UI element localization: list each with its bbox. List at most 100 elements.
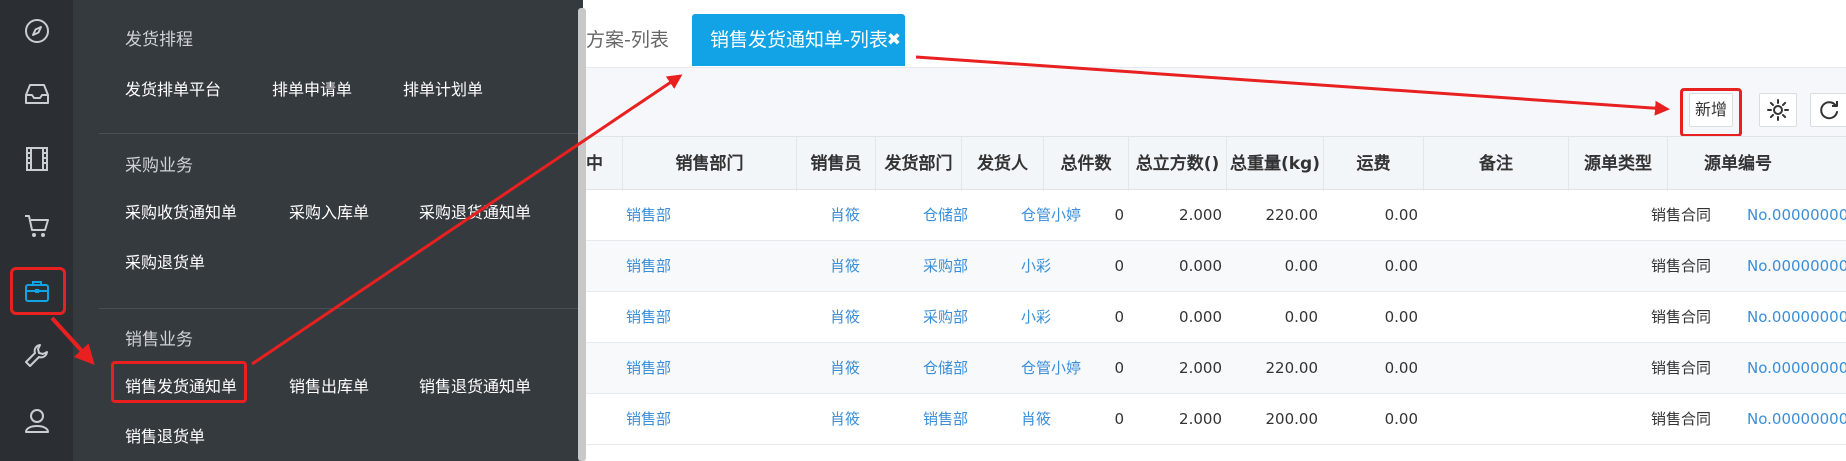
- column-header[interactable]: 总立方数(): [1129, 137, 1227, 191]
- menu-item[interactable]: 发货排单平台: [125, 76, 221, 100]
- cell-freight: 0.00: [1384, 257, 1418, 275]
- tab-label: 销售发货通知单-列表: [710, 29, 888, 51]
- cell-total-volume: 2.000: [1179, 206, 1222, 224]
- column-header[interactable]: 中: [586, 137, 623, 191]
- cell-source-no[interactable]: No.000000002: [1747, 292, 1846, 343]
- table-row[interactable]: 销售部 肖筱 仓储部 仓管小婷 0 2.000 220.00 0.00 销售合同…: [586, 190, 1846, 241]
- rail-item-film[interactable]: [0, 131, 73, 187]
- cell-total-pieces: 0: [1114, 206, 1124, 224]
- cell-sales-dept[interactable]: 销售部: [626, 292, 671, 343]
- rail-item-user[interactable]: [0, 392, 73, 448]
- rail-item-cart[interactable]: [0, 198, 73, 254]
- column-header[interactable]: 销售部门: [623, 137, 797, 191]
- user-icon: [24, 409, 49, 433]
- settings-button[interactable]: [1759, 93, 1797, 127]
- cell-salesperson[interactable]: 肖筱: [830, 343, 860, 394]
- menu-item[interactable]: 采购入库单: [289, 199, 369, 223]
- table-row[interactable]: 销售部 肖筱 销售部 肖筱 0 2.000 200.00 0.00 销售合同 N…: [586, 394, 1846, 445]
- table-row[interactable]: 销售部 肖筱 采购部 小彩 0 0.000 0.00 0.00 销售合同 No.…: [586, 292, 1846, 343]
- cell-sales-dept[interactable]: 销售部: [626, 241, 671, 292]
- menu-item[interactable]: 销售退货单: [125, 423, 205, 447]
- tab-previous[interactable]: 方案-列表: [586, 14, 669, 66]
- menu-separator: [99, 308, 583, 309]
- cell-sales-dept[interactable]: 销售部: [626, 394, 671, 445]
- gear-icon: [1767, 99, 1789, 121]
- refresh-button[interactable]: [1810, 93, 1846, 127]
- cell-total-weight: 220.00: [1265, 206, 1319, 224]
- cart-icon: [24, 215, 49, 237]
- cell-ship-dept[interactable]: 仓储部: [923, 343, 968, 394]
- cell-total-weight: 0.00: [1284, 308, 1318, 326]
- column-header[interactable]: 总件数: [1044, 137, 1129, 191]
- column-header[interactable]: 运费: [1324, 137, 1424, 191]
- cell-salesperson[interactable]: 肖筱: [830, 190, 860, 241]
- film-icon: [25, 147, 48, 171]
- cell-source-no[interactable]: No.000000002: [1747, 190, 1846, 241]
- table-header: 中 销售部门 销售员 发货部门 发货人 总件数 总立方数() 总重量(kg) 运…: [586, 136, 1846, 191]
- cell-source-type: 销售合同: [1651, 257, 1712, 275]
- column-header[interactable]: 备注: [1424, 137, 1569, 191]
- toolbar: [586, 68, 1846, 136]
- cell-freight: 0.00: [1384, 206, 1418, 224]
- cell-total-volume: 2.000: [1179, 359, 1222, 377]
- close-icon[interactable]: ✖: [887, 14, 901, 66]
- column-header[interactable]: 发货部门: [876, 137, 962, 191]
- menu-group-title: 发货排程: [125, 30, 193, 50]
- cell-total-pieces: 0: [1114, 308, 1124, 326]
- cell-total-pieces: 0: [1114, 257, 1124, 275]
- menu-item[interactable]: 采购退货通知单: [419, 199, 531, 223]
- menu-scrollbar[interactable]: [578, 8, 586, 461]
- data-table: 中 销售部门 销售员 发货部门 发货人 总件数 总立方数() 总重量(kg) 运…: [586, 136, 1846, 461]
- table-row[interactable]: 销售部 肖筱 采购部 小彩 0 0.000 0.00 0.00 销售合同 No.…: [586, 241, 1846, 292]
- menu-item[interactable]: 排单计划单: [403, 76, 483, 100]
- app-window: 发货排程 发货排单平台 排单申请单 排单计划单 采购业务 采购收货通知单 采购入…: [0, 0, 1846, 461]
- cell-source-type: 销售合同: [1651, 308, 1712, 326]
- cell-salesperson[interactable]: 肖筱: [830, 241, 860, 292]
- inbox-icon: [24, 84, 49, 104]
- icon-rail: [0, 0, 73, 461]
- column-header[interactable]: 总重量(kg): [1227, 137, 1324, 191]
- rail-annotation-box: [10, 267, 66, 315]
- cell-sales-dept[interactable]: 销售部: [626, 190, 671, 241]
- menu-item[interactable]: 排单申请单: [272, 76, 352, 100]
- cell-ship-dept[interactable]: 销售部: [923, 394, 968, 445]
- table-row[interactable]: 销售部 肖筱 仓储部 仓管小婷 0 2.000 220.00 0.00 销售合同…: [586, 343, 1846, 394]
- cell-ship-dept[interactable]: 采购部: [923, 292, 968, 343]
- cell-source-no[interactable]: No.000000002: [1747, 394, 1846, 445]
- cell-total-pieces: 0: [1114, 359, 1124, 377]
- cell-salesperson[interactable]: 肖筱: [830, 292, 860, 343]
- wrench-icon: [24, 344, 48, 367]
- column-header[interactable]: 源单类型: [1569, 137, 1668, 191]
- add-button[interactable]: 新增: [1689, 93, 1733, 127]
- main-content: 方案-列表 销售发货通知单-列表 ✖ 新增 中 销售部门 销售员 发货部门 发货…: [586, 0, 1846, 461]
- cell-total-weight: 200.00: [1265, 410, 1319, 428]
- rail-item-wrench[interactable]: [0, 328, 73, 384]
- column-header[interactable]: 销售员: [797, 137, 876, 191]
- cell-total-weight: 0.00: [1284, 257, 1318, 275]
- menu-item[interactable]: 销售出库单: [289, 373, 369, 397]
- menu-item[interactable]: 销售退货通知单: [419, 373, 531, 397]
- cell-ship-dept[interactable]: 仓储部: [923, 190, 968, 241]
- menu-item[interactable]: 采购收货通知单: [125, 199, 237, 223]
- cell-source-type: 销售合同: [1651, 359, 1712, 377]
- cell-total-volume: 0.000: [1179, 308, 1222, 326]
- cell-freight: 0.00: [1384, 410, 1418, 428]
- rail-item-compass[interactable]: [0, 3, 73, 59]
- refresh-icon: [1820, 101, 1838, 120]
- cell-total-pieces: 0: [1114, 410, 1124, 428]
- cell-salesperson[interactable]: 肖筱: [830, 394, 860, 445]
- column-header[interactable]: 源单编号: [1668, 137, 1846, 191]
- cell-ship-dept[interactable]: 采购部: [923, 241, 968, 292]
- tab-active[interactable]: 销售发货通知单-列表 ✖: [692, 14, 905, 66]
- menu-item[interactable]: 采购退货单: [125, 249, 205, 273]
- menu-group-title: 采购业务: [125, 156, 193, 176]
- cell-sales-dept[interactable]: 销售部: [626, 343, 671, 394]
- cell-source-no[interactable]: No.000000002: [1747, 343, 1846, 394]
- column-header[interactable]: 发货人: [962, 137, 1044, 191]
- cell-source-no[interactable]: No.000000002: [1747, 241, 1846, 292]
- cell-freight: 0.00: [1384, 359, 1418, 377]
- rail-item-inbox[interactable]: [0, 66, 73, 122]
- cell-freight: 0.00: [1384, 308, 1418, 326]
- cell-total-volume: 2.000: [1179, 410, 1222, 428]
- tab-bar: 方案-列表 销售发货通知单-列表 ✖: [586, 0, 1846, 68]
